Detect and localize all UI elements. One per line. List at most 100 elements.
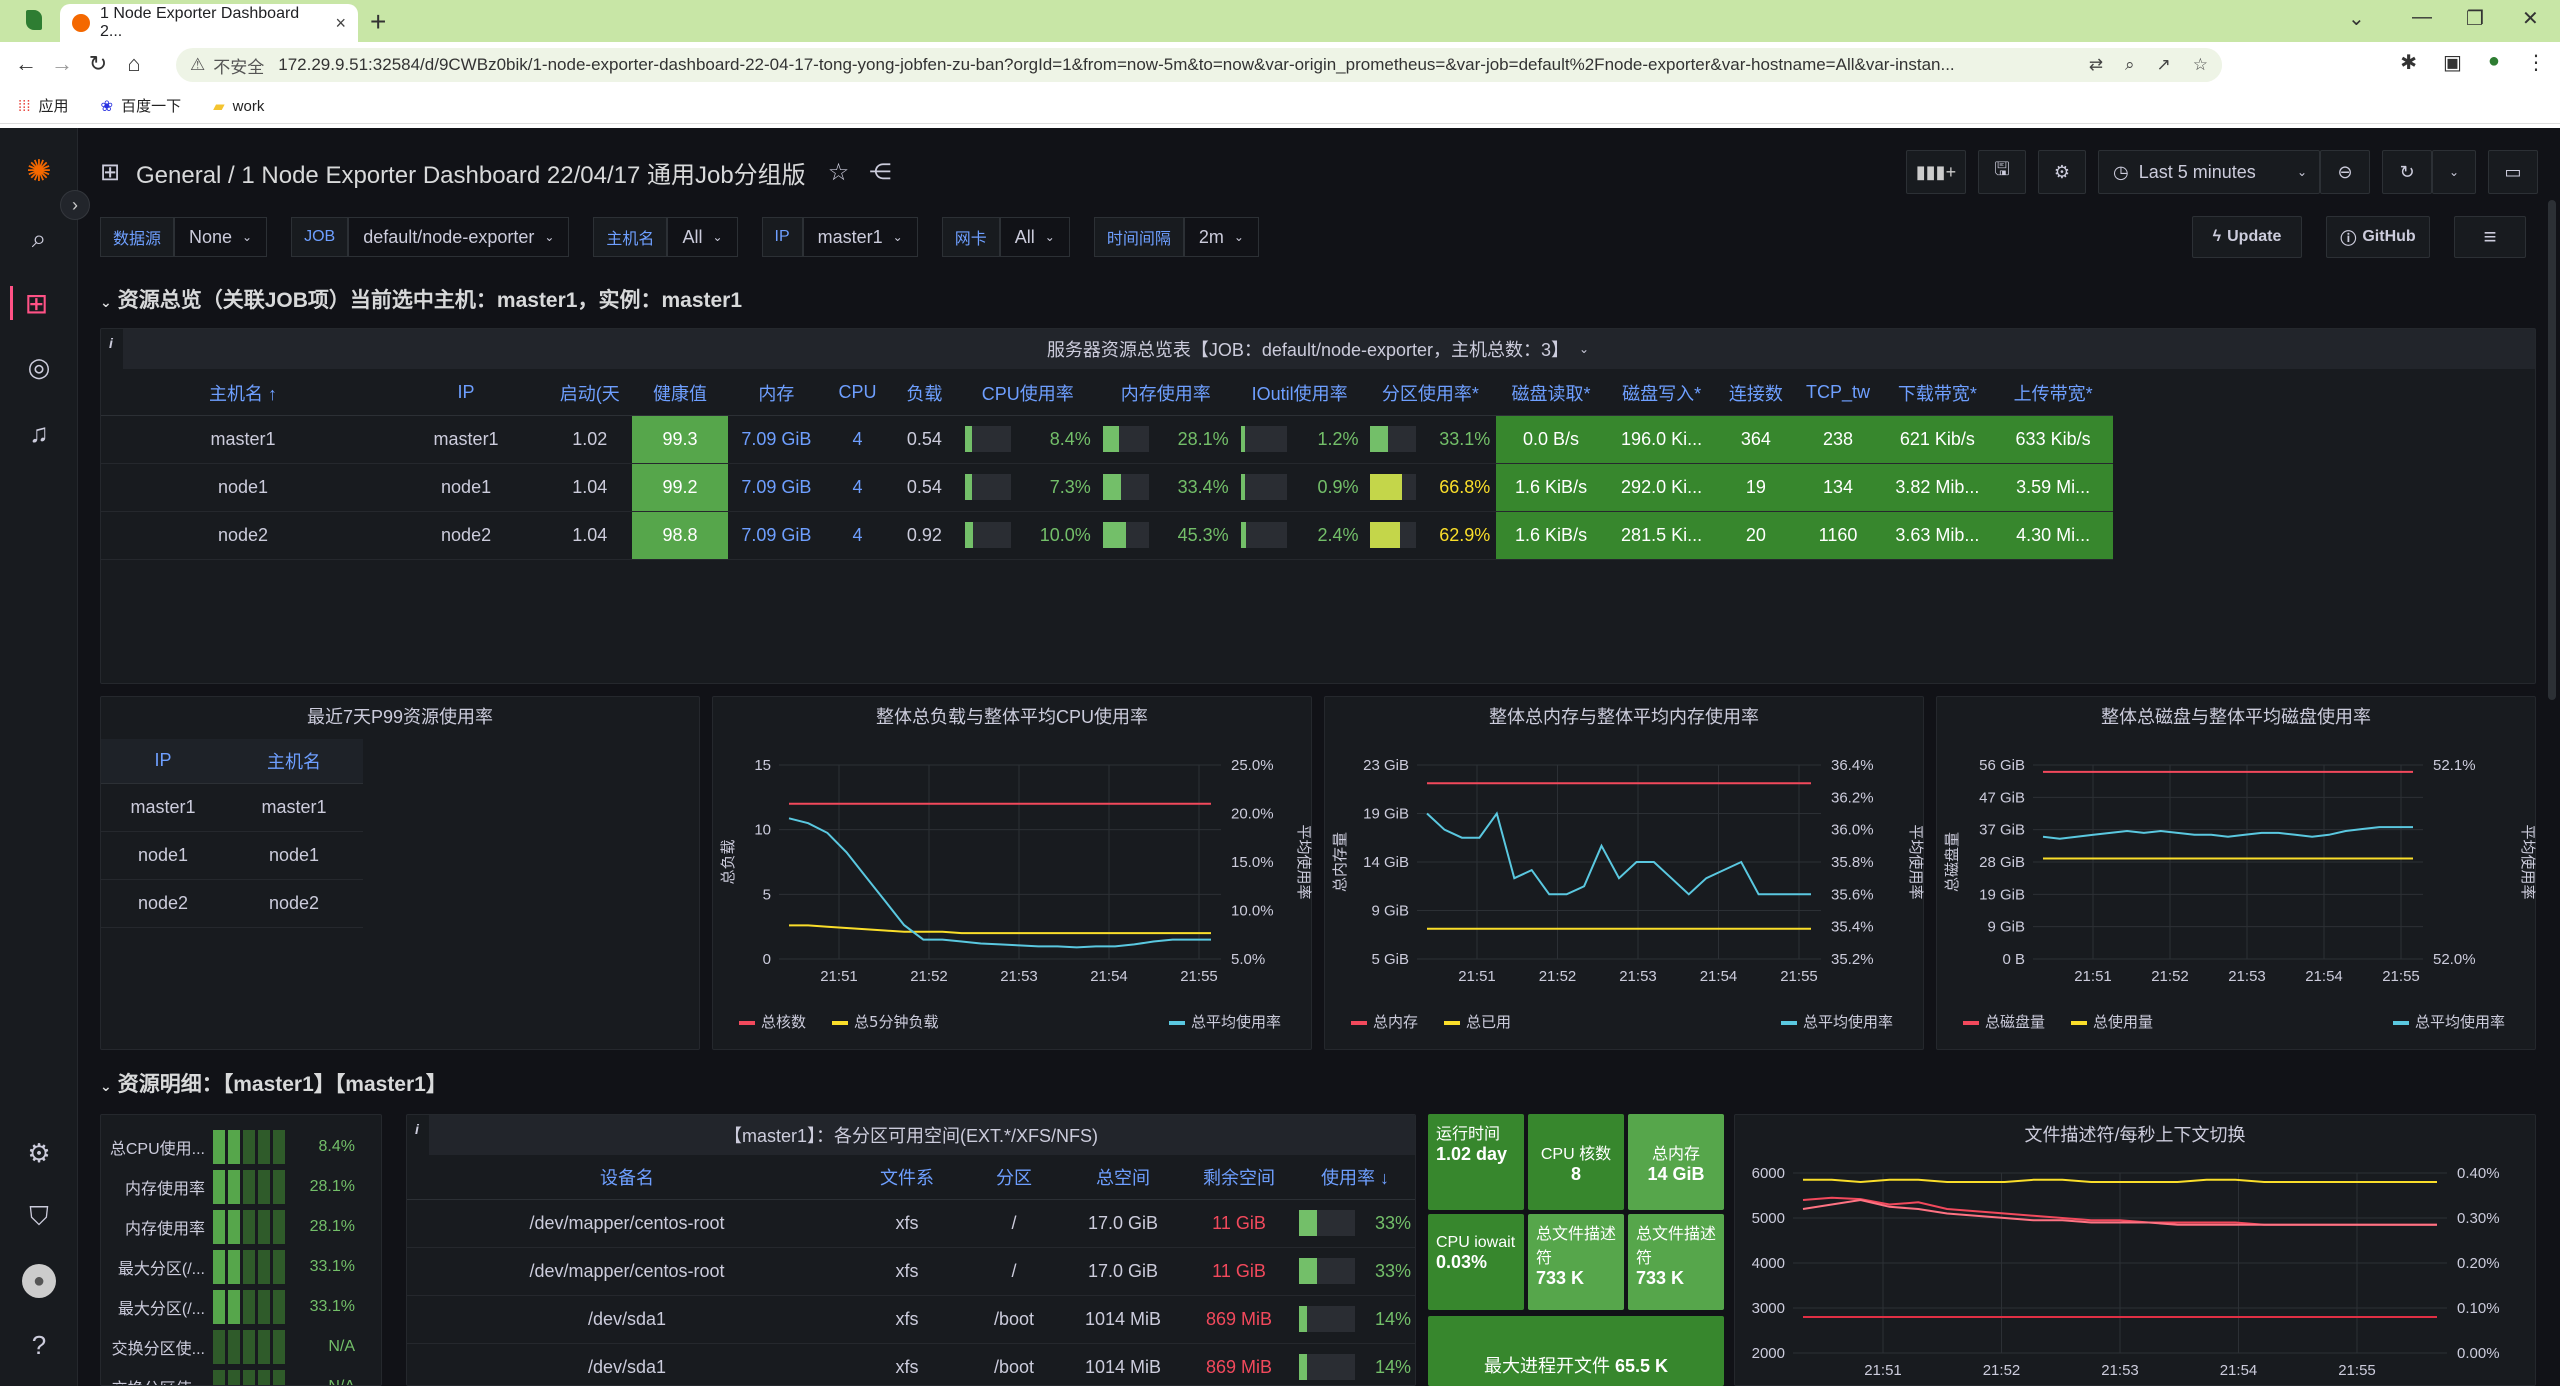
chart-title[interactable]: 文件描述符/每秒上下文切换	[2025, 1121, 2246, 1147]
user-avatar-icon[interactable]: ●	[22, 1264, 56, 1298]
table-row[interactable]: node2 node2	[101, 879, 363, 928]
overview-col-12[interactable]: 磁盘写入*	[1605, 371, 1718, 416]
var-select-ip[interactable]: master1 ⌄	[802, 217, 918, 257]
tv-mode-button[interactable]: ▭	[2488, 150, 2538, 194]
row-overview-title[interactable]: ⌄ 资源总览（关联JOB项）当前选中主机：master1，实例：master1	[100, 284, 742, 314]
dashboard-breadcrumb[interactable]: General / 1 Node Exporter Dashboard 22/0…	[136, 155, 806, 190]
chart-title[interactable]: 整体总磁盘与整体平均磁盘使用率	[2101, 703, 2371, 729]
bookmark-star-icon[interactable]: ☆	[2193, 55, 2208, 75]
url-text[interactable]: 172.29.9.51:32584/d/9CWBz0bik/1-node-exp…	[278, 55, 1954, 75]
bookmark-apps[interactable]: ⁞⁞⁞ 应用	[18, 95, 69, 116]
bargauge-row[interactable]: 交换分区使... N/A	[101, 1367, 355, 1385]
bargauge-row[interactable]: 总CPU使用... 8.4%	[101, 1127, 355, 1167]
overview-col-2[interactable]: 启动(天	[547, 371, 633, 416]
dashboard-scrollbar[interactable]	[2548, 200, 2556, 700]
close-tab-icon[interactable]: ×	[335, 13, 346, 34]
translate-icon[interactable]: ⇄	[2089, 55, 2103, 75]
stat-max-open-files[interactable]: 最大进程开文件 65.5 K	[1428, 1316, 1724, 1386]
zoom-icon[interactable]: ⌕	[2125, 55, 2135, 75]
maximize-icon[interactable]: ❐	[2466, 6, 2484, 31]
reload-icon[interactable]: ↻	[80, 51, 116, 77]
bargauge-row[interactable]: 最大分区(/... 33.1%	[101, 1287, 355, 1327]
stat-total-memory[interactable]: 总内存 14 GiB	[1628, 1114, 1724, 1210]
stat-file-descriptors-1[interactable]: 总文件描述符 733 K	[1528, 1214, 1624, 1310]
close-window-icon[interactable]: ✕	[2522, 6, 2539, 31]
table-row[interactable]: node1 node1 1.04 99.2 7.09 GiB 4 0.54 7.3% 33.4%…	[101, 463, 2113, 512]
disk-col-0[interactable]: 设备名	[407, 1155, 847, 1200]
bookmark-baidu[interactable]: ❀ 百度一下	[101, 95, 182, 116]
overview-col-5[interactable]: CPU	[825, 371, 890, 416]
add-panel-button[interactable]: ▮▮▮+	[1906, 150, 1966, 194]
save-dashboard-button[interactable]: 🖫	[1978, 150, 2026, 194]
p99-col-host[interactable]: 主机名	[225, 739, 363, 784]
table-row[interactable]: master1 master1 1.02 99.3 7.09 GiB 4 0.54 8.4% 2…	[101, 415, 2113, 464]
overview-col-16[interactable]: 上传带宽*	[1993, 371, 2113, 416]
overview-col-4[interactable]: 内存	[727, 371, 826, 416]
var-select-job[interactable]: default/node-exporter ⌄	[348, 217, 570, 257]
search-icon[interactable]: ⌕	[22, 222, 56, 256]
disk-col-5[interactable]: 使用率 ↓	[1293, 1155, 1415, 1200]
overview-table-title[interactable]: 服务器资源总览表【JOB：default/node-exporter，主机总数：…	[1047, 336, 1569, 362]
time-picker-button[interactable]: ◷ Last 5 minutes ⌄	[2098, 150, 2320, 194]
back-icon[interactable]: ←	[8, 51, 44, 77]
chart-title[interactable]: 整体总内存与整体平均内存使用率	[1489, 703, 1759, 729]
server-admin-shield-icon[interactable]: ⛉	[22, 1200, 56, 1234]
refresh-button[interactable]: ↻	[2382, 150, 2432, 194]
p99-table-title[interactable]: 最近7天P99资源使用率	[307, 703, 493, 729]
chart-title[interactable]: 整体总负载与整体平均CPU使用率	[876, 703, 1148, 729]
stat-file-descriptors-2[interactable]: 总文件描述符 733 K	[1628, 1214, 1724, 1310]
browser-tab[interactable]: 1 Node Exporter Dashboard 2... ×	[60, 4, 358, 42]
var-select-nic[interactable]: All ⌄	[999, 217, 1070, 257]
update-link-button[interactable]: ϟ Update	[2192, 216, 2302, 258]
dashboard-settings-button[interactable]: ⚙	[2038, 150, 2086, 194]
table-row[interactable]: /dev/sda1 xfs/boot 1014 MiB 869 MiB 14%	[407, 1343, 1415, 1385]
var-select-datasource[interactable]: None ⌄	[174, 217, 268, 257]
sidepanel-icon[interactable]: ▣	[2443, 50, 2462, 75]
overview-col-0[interactable]: 主机名 ↑	[101, 371, 385, 416]
disk-col-4[interactable]: 剩余空间	[1185, 1155, 1293, 1200]
overview-col-1[interactable]: IP	[384, 371, 548, 416]
new-tab-icon[interactable]: +	[370, 6, 386, 38]
share-dashboard-icon[interactable]: ⋲	[869, 159, 891, 185]
home-icon[interactable]: ⌂	[116, 51, 152, 77]
github-link-button[interactable]: ⓘ GitHub	[2326, 216, 2430, 258]
overview-col-13[interactable]: 连接数	[1717, 371, 1795, 416]
bargauge-row[interactable]: 最大分区(/... 33.1%	[101, 1247, 355, 1287]
zoom-out-button[interactable]: ⊖	[2320, 150, 2370, 194]
table-row[interactable]: /dev/mapper/centos-root xfs/17.0 GiB 11 Gi…	[407, 1199, 1415, 1248]
overview-col-9[interactable]: IOutil使用率	[1234, 371, 1365, 416]
profile-icon[interactable]: ●	[2488, 50, 2500, 75]
table-row[interactable]: /dev/sda1 xfs/boot 1014 MiB 869 MiB 14%	[407, 1295, 1415, 1344]
table-row[interactable]: node2 node2 1.04 98.8 7.09 GiB 4 0.92 10.0% 45.3…	[101, 511, 2113, 560]
overview-col-8[interactable]: 内存使用率	[1096, 371, 1235, 416]
bargauge-row[interactable]: 内存使用率 28.1%	[101, 1167, 355, 1207]
overview-col-6[interactable]: 负载	[889, 371, 959, 416]
var-select-interval[interactable]: 2m ⌄	[1183, 217, 1259, 257]
row-detail-title[interactable]: ⌄ 资源明细：【master1】【master1】	[100, 1068, 447, 1098]
address-bar[interactable]: ⚠ 不安全 172.29.9.51:32584/d/9CWBz0bik/1-no…	[176, 48, 2222, 82]
p99-col-ip[interactable]: IP	[101, 739, 225, 784]
bookmark-work[interactable]: ▰ work	[213, 97, 264, 115]
share-page-icon[interactable]: ↗	[2157, 55, 2171, 75]
sidebar-expand-icon[interactable]: ›	[60, 190, 90, 220]
disk-col-3[interactable]: 总空间	[1061, 1155, 1185, 1200]
overview-col-3[interactable]: 健康值	[632, 371, 728, 416]
favorite-star-icon[interactable]: ☆	[828, 158, 850, 187]
stat-cpu-cores[interactable]: CPU 核数 8	[1528, 1114, 1624, 1210]
tab-search-icon[interactable]: ⌄	[2348, 6, 2365, 31]
links-menu-button[interactable]: ≡	[2454, 216, 2526, 258]
overview-col-7[interactable]: CPU使用率	[958, 371, 1097, 416]
overview-col-14[interactable]: TCP_tw	[1794, 371, 1882, 416]
disk-col-2[interactable]: 分区	[967, 1155, 1061, 1200]
configuration-gear-icon[interactable]: ⚙	[22, 1136, 56, 1170]
grafana-logo-icon[interactable]: ✺	[22, 154, 56, 188]
bargauge-row[interactable]: 交换分区使... N/A	[101, 1327, 355, 1367]
stat-cpu-iowait[interactable]: CPU iowait 0.03%	[1428, 1214, 1524, 1310]
overview-col-15[interactable]: 下载带宽*	[1881, 371, 1994, 416]
table-row[interactable]: /dev/mapper/centos-root xfs/17.0 GiB 11 Gi…	[407, 1247, 1415, 1296]
extensions-icon[interactable]: ✱	[2400, 50, 2417, 75]
disk-col-1[interactable]: 文件系	[847, 1155, 967, 1200]
help-icon[interactable]: ?	[22, 1328, 56, 1362]
refresh-interval-button[interactable]: ⌄	[2432, 150, 2476, 194]
minimize-icon[interactable]: —	[2412, 6, 2432, 29]
